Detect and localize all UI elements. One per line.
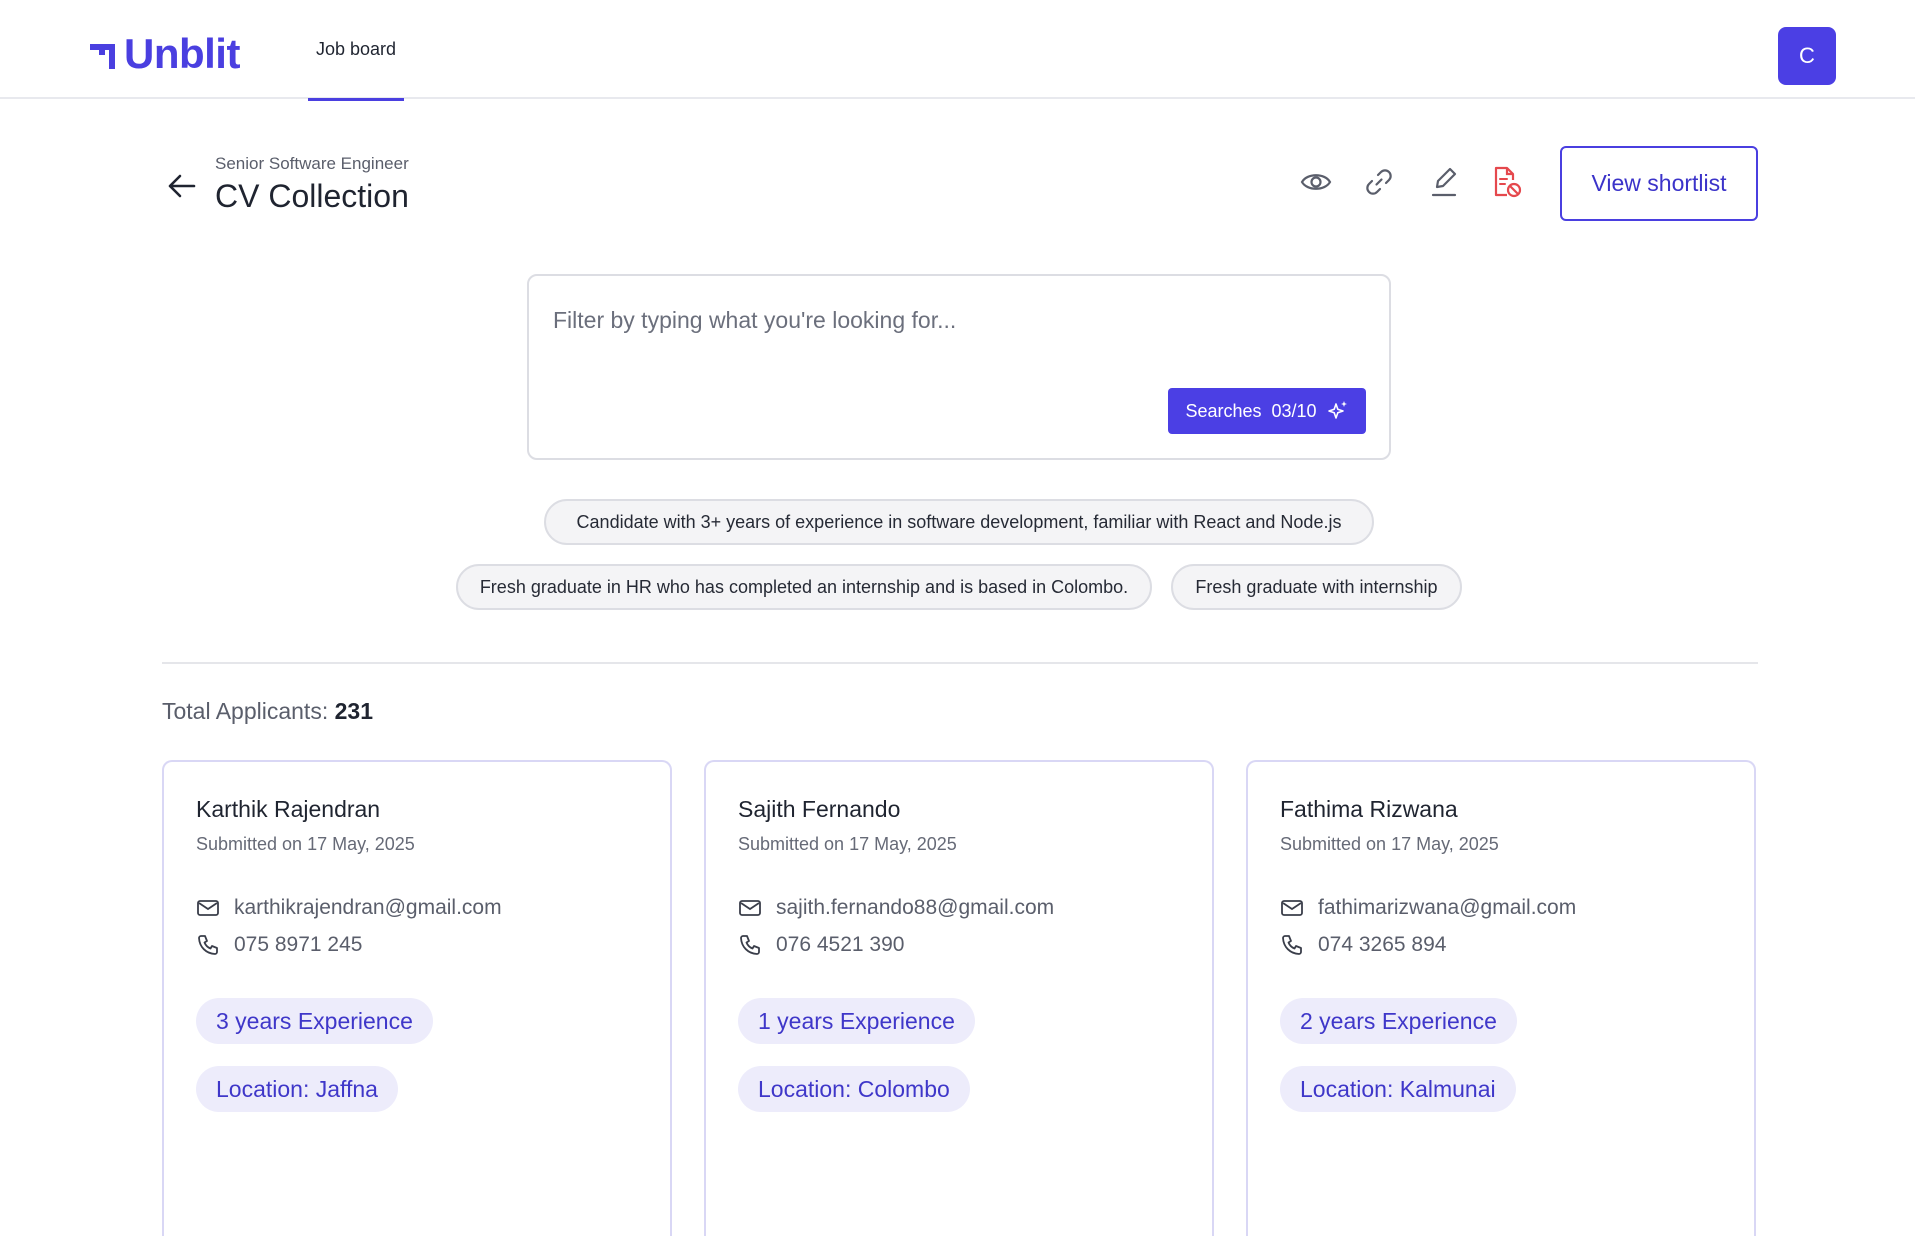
candidate-phone[interactable]: 075 8971 245 xyxy=(234,933,362,957)
phone-icon xyxy=(740,935,760,955)
experience-badge: 1 years Experience xyxy=(738,998,975,1044)
avatar[interactable]: C xyxy=(1778,27,1836,85)
searches-count: 03/10 xyxy=(1271,400,1317,421)
location-badge: Location: Colombo xyxy=(738,1066,970,1112)
location-badge: Location: Kalmunai xyxy=(1280,1066,1516,1112)
candidate-card[interactable]: Fathima Rizwana Submitted on 17 May, 202… xyxy=(1246,760,1756,1236)
filter-input[interactable] xyxy=(553,300,1353,340)
submitted-date: Submitted on 17 May, 2025 xyxy=(738,834,957,854)
submitted-date: Submitted on 17 May, 2025 xyxy=(196,834,415,854)
experience-badge: 3 years Experience xyxy=(196,998,433,1044)
top-header: Unblit Job board C xyxy=(0,0,1915,101)
email-row: sajith.fernando88@gmail.com xyxy=(738,896,1054,920)
candidate-name: Fathima Rizwana xyxy=(1280,796,1458,822)
phone-row: 075 8971 245 xyxy=(196,933,362,957)
filter-box: Searches 03/10 xyxy=(527,274,1391,460)
file-blocked-icon[interactable] xyxy=(1489,164,1525,200)
candidate-card[interactable]: Karthik Rajendran Submitted on 17 May, 2… xyxy=(162,760,672,1236)
location-badge: Location: Jaffna xyxy=(196,1066,398,1112)
candidate-card[interactable]: Sajith Fernando Submitted on 17 May, 202… xyxy=(704,760,1214,1236)
email-row: karthikrajendran@gmail.com xyxy=(196,896,502,920)
submitted-date: Submitted on 17 May, 2025 xyxy=(1280,834,1499,854)
eye-icon[interactable] xyxy=(1298,164,1334,200)
logo-text: Unblit xyxy=(124,30,240,77)
searches-label: Searches xyxy=(1185,400,1262,421)
suggestion-chip[interactable]: Candidate with 3+ years of experience in… xyxy=(544,499,1374,545)
experience-badge: 2 years Experience xyxy=(1280,998,1517,1044)
candidate-email[interactable]: fathimarizwana@gmail.com xyxy=(1318,896,1576,920)
phone-row: 076 4521 390 xyxy=(738,933,904,957)
suggestion-chip[interactable]: Fresh graduate with internship xyxy=(1171,564,1462,610)
mail-icon xyxy=(1281,900,1303,916)
candidate-name: Sajith Fernando xyxy=(738,796,901,822)
phone-row: 074 3265 894 xyxy=(1280,933,1446,957)
arrow-left-icon[interactable] xyxy=(162,166,202,206)
total-applicants: Total Applicants: 231 xyxy=(162,698,373,725)
edit-icon[interactable] xyxy=(1426,164,1462,200)
candidate-phone[interactable]: 074 3265 894 xyxy=(1318,933,1446,957)
job-subtitle: Senior Software Engineer xyxy=(215,154,409,173)
phone-icon xyxy=(1282,935,1302,955)
page-header: Senior Software Engineer CV Collection V… xyxy=(162,146,1758,226)
logo[interactable]: Unblit xyxy=(88,30,240,78)
tab-job-board[interactable]: Job board xyxy=(308,0,404,101)
email-row: fathimarizwana@gmail.com xyxy=(1280,896,1576,920)
phone-icon xyxy=(198,935,218,955)
mail-icon xyxy=(197,900,219,916)
logo-icon xyxy=(90,44,115,69)
link-icon[interactable] xyxy=(1361,164,1397,200)
view-shortlist-button[interactable]: View shortlist xyxy=(1560,146,1758,221)
page-title: CV Collection xyxy=(215,178,409,214)
searches-button[interactable]: Searches 03/10 xyxy=(1168,388,1366,434)
total-label: Total Applicants: xyxy=(162,698,329,724)
candidate-email[interactable]: karthikrajendran@gmail.com xyxy=(234,896,502,920)
total-value: 231 xyxy=(334,698,373,724)
mail-icon xyxy=(739,900,761,916)
suggestion-chip[interactable]: Fresh graduate in HR who has completed a… xyxy=(456,564,1152,610)
candidate-phone[interactable]: 076 4521 390 xyxy=(776,933,904,957)
sparkle-icon xyxy=(1327,401,1347,419)
divider xyxy=(162,662,1758,664)
candidate-name: Karthik Rajendran xyxy=(196,796,381,822)
candidate-email[interactable]: sajith.fernando88@gmail.com xyxy=(776,896,1054,920)
